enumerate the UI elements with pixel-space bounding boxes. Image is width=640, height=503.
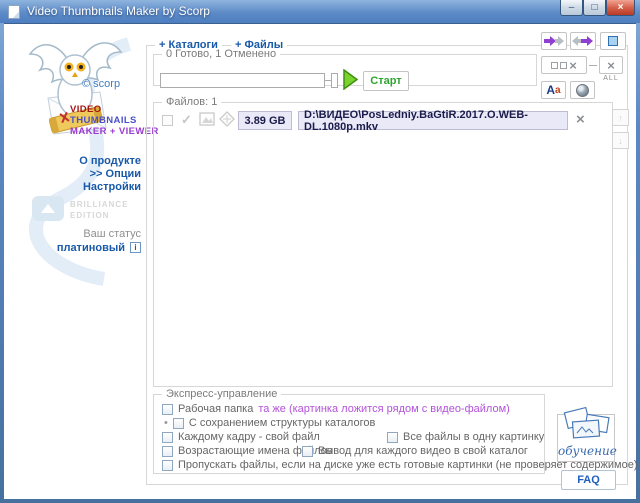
minimize-button[interactable]: – [560,0,583,16]
panel-toggle-button[interactable] [600,32,626,50]
catalogs-files-group: + Каталоги + Файлы 0 Готово, 1 Отменено … [146,45,628,485]
file-path-box[interactable]: D:\ВИДЕО\PosLedniy.BaGtiR.2017.O.WEB-DL.… [298,111,568,130]
edition-badge-icon [32,196,64,221]
blue-square-icon [608,36,618,46]
faq-button[interactable]: FAQ [561,470,616,490]
start-button[interactable]: Старт [363,71,409,91]
app-window: Video Thumbnails Maker by Scorp – □ × [0,0,640,503]
training-button[interactable]: обучение [557,414,615,462]
checkbox-skip-existing[interactable] [162,460,173,471]
per-video-dir-label: Вывод для каждого видео в свой каталог [318,445,528,457]
sidebar-link-about[interactable]: О продукте [24,155,141,167]
arrow-up-icon: ↑ [618,113,623,123]
status-value: платиновый [57,242,125,254]
send-to-right-button[interactable] [541,32,567,50]
file-size-box: 3.89 GB [238,111,292,130]
sidebar-link-settings[interactable]: Настройки [24,181,141,193]
file-checkbox[interactable] [162,115,173,126]
workdir-label: Рабочая папка [178,403,253,415]
all-in-one-label: Все файлы в одну картинку [403,431,544,443]
window-title: Video Thumbnails Maker by Scorp [27,4,210,18]
sidebar-link-options[interactable]: >> Опции [24,168,141,180]
progress-group: 0 Готово, 1 Отменено Старт [153,54,537,86]
exchange-button[interactable] [570,32,596,50]
font-small-glyph: a [555,85,561,96]
photos-icon [560,407,614,441]
arrow-down-icon: ↓ [618,136,623,146]
close-button[interactable]: × [606,0,635,16]
theme-button[interactable] [570,81,595,99]
checkbox-structure[interactable] [173,418,184,429]
clear-all-button[interactable]: × [599,56,623,74]
checkbox-all-in-one[interactable] [387,432,398,443]
bullet-icon: • [164,417,168,429]
file-delete-icon[interactable]: × [576,112,585,127]
express-group-title: Экспресс-управление [162,388,281,400]
files-group-title: Файлов: 1 [162,96,221,108]
client-area: © scorp VIDEO THUMBNAILS MAKER + VIEWER … [4,23,636,499]
minimize-icon: – [569,3,575,13]
square-icon [551,62,558,69]
progress-bar [160,73,325,88]
status-label: Ваш статус [44,228,141,240]
checkbox-increasing-names[interactable] [162,446,173,457]
font-large-glyph: A [546,83,555,97]
all-label: ALL [599,75,623,82]
globe-icon [576,84,589,97]
clear-icon: × [569,59,577,72]
workdir-note-link[interactable]: та же (картинка ложится рядом с видео-фа… [258,403,509,415]
training-label: обучение [558,444,614,458]
express-group: Экспресс-управление Рабочая папка та же … [153,394,545,474]
dash-connector [589,65,597,66]
move-down-button[interactable]: ↓ [612,132,629,149]
logo-line-thumbnails: THUMBNAILS [70,115,137,126]
clear-all-icon: × [607,59,615,72]
maximize-icon: □ [591,3,597,13]
per-frame-label: Каждому кадру - свой файл [178,431,320,443]
files-group: Файлов: 1 ✓ 3.89 GB D:\ВИДЕО\PosLedniy.B… [153,102,613,387]
structure-label: С сохранением структуры каталогов [189,417,375,429]
queue-slot [331,73,338,88]
file-output-icon [219,111,236,128]
maximize-button[interactable]: □ [583,0,606,16]
edition-label: BRILLIANCE EDITION [70,199,128,221]
titlebar[interactable]: Video Thumbnails Maker by Scorp [0,0,640,23]
close-icon: × [618,3,624,13]
logo-line-video: VIDEO [70,104,102,115]
credit-label: © scorp [82,78,120,90]
app-icon [8,5,20,19]
font-settings-button[interactable]: Aa [541,81,566,99]
info-icon[interactable]: i [130,242,141,253]
file-done-icon: ✓ [181,112,192,128]
arrow-right-purple-icon [543,35,565,47]
square-icon [560,62,567,69]
move-up-button[interactable]: ↑ [612,109,629,126]
checkbox-per-frame[interactable] [162,432,173,443]
file-preview-icon [199,111,216,128]
clear-done-button[interactable]: × [541,56,587,74]
arrow-left-right-icon [572,35,594,47]
checkbox-workdir[interactable] [162,404,173,415]
play-icon [342,69,359,90]
progress-group-title: 0 Готово, 1 Отменено [162,48,280,60]
checkbox-per-video-dir[interactable] [302,446,313,457]
